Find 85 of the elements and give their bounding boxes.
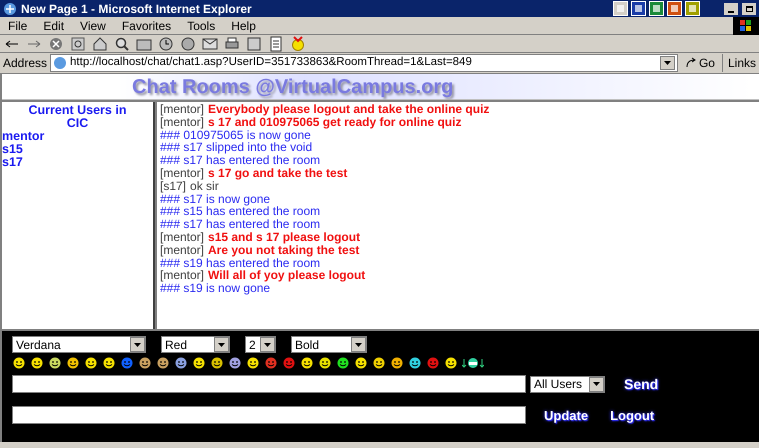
search-icon[interactable] [114,36,130,52]
user-name[interactable]: s17 [2,156,153,169]
sender-name: [mentor] [160,116,204,129]
smiley-icon[interactable] [444,357,458,369]
page-heading: Chat Rooms @VirtualCampus.org [132,74,454,100]
status-field[interactable] [12,406,526,424]
smiley-icon[interactable] [66,357,80,369]
smiley-icon[interactable] [174,357,188,369]
send-button[interactable]: Send [624,377,658,391]
smiley-icon[interactable] [12,357,26,369]
menu-item[interactable]: Tools [187,20,216,32]
windows-logo-icon [740,20,752,32]
minimize-button[interactable] [724,2,738,14]
system-message: ### s19 has entered the room [160,256,322,270]
grin-arrows-icon[interactable] [462,357,484,369]
smiley-icon[interactable] [408,357,422,369]
recipient-select[interactable]: All Users [530,376,605,392]
message-text: Are you not taking the test [208,244,360,257]
message-text: ok sir [190,180,219,193]
sender-name: [s17] [160,180,186,193]
history-icon[interactable] [158,36,174,52]
system-message: ### s17 has entered the room [160,218,322,231]
go-arrow-icon [684,57,697,69]
update-button[interactable]: Update [544,408,588,422]
system-message: ### s17 is now gone [160,192,272,206]
sender-name: [mentor] [160,103,204,116]
address-field[interactable]: http://localhost/chat/chat1.asp?UserID=351733863&RoomThread=1&Last=849 [50,54,678,72]
sender-name: [mentor] [160,269,204,282]
system-message: ### s17 has entered the room [160,154,322,167]
users-heading: Current Users in CIC [28,104,128,130]
smiley-icon[interactable] [156,357,170,369]
smiley-icon[interactable] [390,357,404,369]
mail-icon[interactable] [202,36,218,52]
sender-name: [mentor] [160,244,204,257]
message-text: s 17 go and take the test [208,166,348,180]
address-label: Address [3,55,48,72]
smiley-icon[interactable] [228,357,242,369]
style-select[interactable]: Bold [291,336,367,353]
printer-icon[interactable] [224,36,240,52]
app-icon[interactable] [667,1,682,16]
restore-button[interactable] [742,2,756,14]
menu-item[interactable]: Help [231,20,256,32]
font-select[interactable]: Verdana [12,336,146,353]
smiley-icon[interactable] [84,357,98,369]
message-text: Will all of yoy please logout [208,269,366,282]
sender-name: [mentor] [160,230,204,244]
user-name[interactable]: s15 [2,143,153,156]
smiley-icon[interactable] [138,357,152,369]
message-text: s15 and s 17 please logout [208,230,360,244]
stop-icon[interactable] [48,36,64,52]
links-label[interactable]: Links [722,54,756,72]
message-text: s 17 and 010975065 get ready for online quiz [208,116,462,129]
smiley-icon[interactable] [354,357,368,369]
message-field[interactable] [12,375,526,393]
system-message: ### s15 has entered the room [160,205,322,218]
document-icon[interactable] [268,36,284,52]
smiley-icon[interactable] [246,357,260,369]
system-message: ### s19 is now gone [160,282,270,295]
system-message: ### 010975065 is now gone [160,128,312,142]
smiley-icon[interactable] [30,357,44,369]
smiley-icon[interactable] [192,357,206,369]
smiley-icon[interactable] [372,357,386,369]
menu-item[interactable]: Edit [43,20,64,32]
smiley-icon[interactable] [102,357,116,369]
smiley-icon[interactable] [336,357,350,369]
menu-item[interactable]: File [8,20,28,32]
smiley-icon[interactable] [48,357,62,369]
smiley-icon[interactable] [210,357,224,369]
app-icon[interactable] [631,1,646,16]
user-name[interactable]: mentor [2,130,153,143]
menu-item[interactable]: Favorites [122,20,172,32]
go-button[interactable]: Go [680,54,719,72]
smiley-icon[interactable] [300,357,314,369]
browser-icon [3,2,17,16]
app-icon[interactable] [649,1,664,16]
menu-item[interactable]: View [80,20,106,32]
message-text: Everybody please logout and take the online quiz [208,103,490,116]
size-select[interactable]: 2 [245,336,276,353]
color-select[interactable]: Red [161,336,230,353]
smiley-icon[interactable] [318,357,332,369]
window-title: New Page 1 - Microsoft Internet Explorer [21,2,253,14]
sender-name: [mentor] [160,166,204,180]
home-icon[interactable] [92,36,108,52]
logout-button[interactable]: Logout [610,408,654,422]
system-message: ### s17 slipped into the void [160,141,314,154]
